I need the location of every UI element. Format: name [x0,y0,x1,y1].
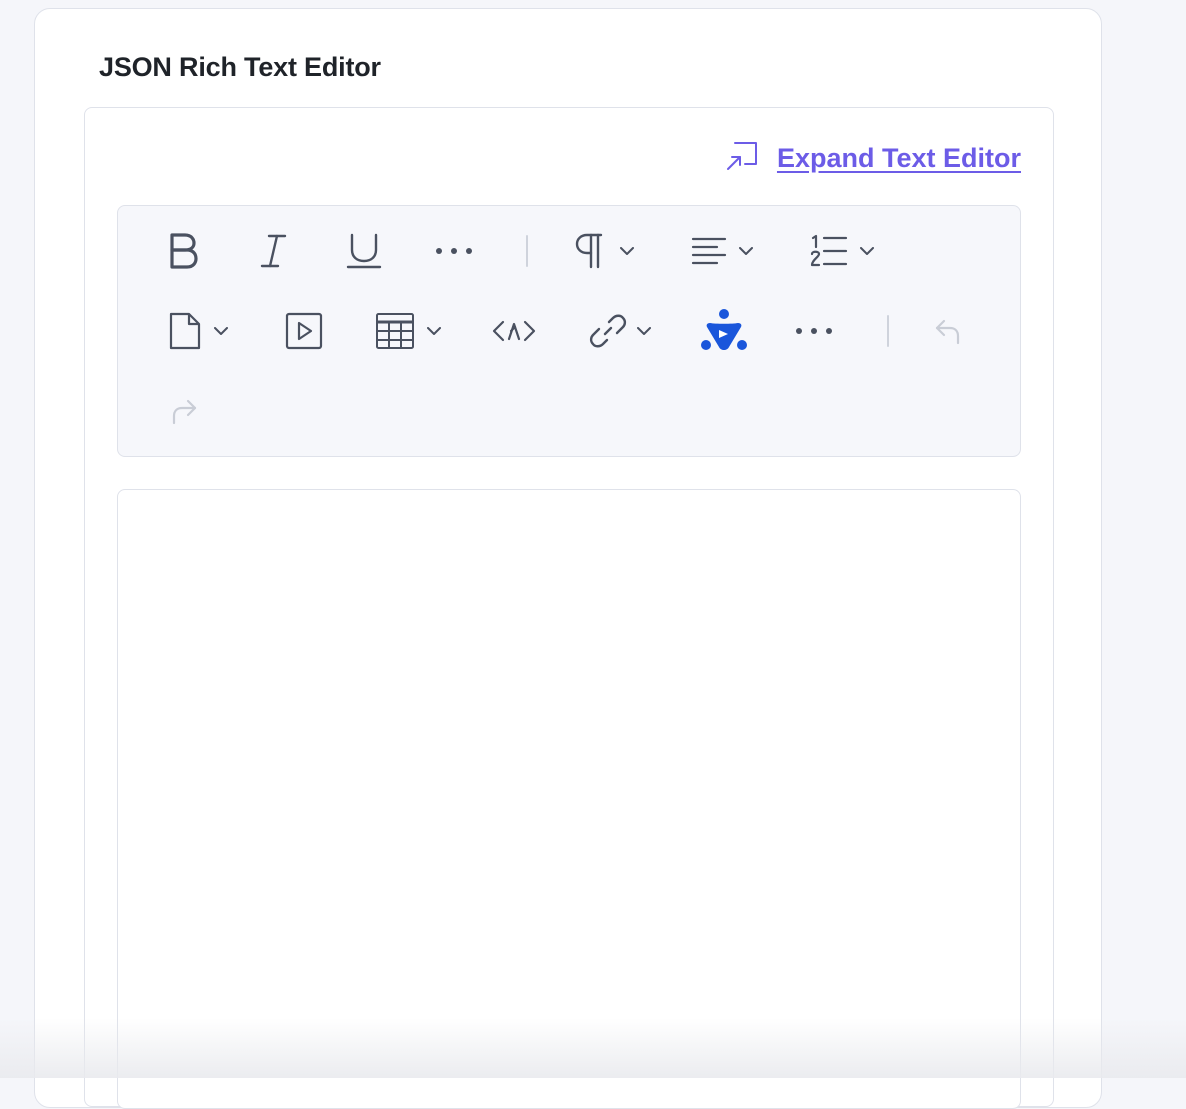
underline-button[interactable] [336,228,392,274]
align-dropdown[interactable] [684,228,760,274]
code-embed-icon [492,317,536,345]
paragraph-dropdown[interactable] [566,228,642,274]
ordered-list-icon [810,234,848,268]
bold-button[interactable] [156,228,212,274]
expand-icon [725,140,759,177]
redo-icon [170,397,198,425]
brand-plugin-button[interactable] [696,306,752,356]
link-dropdown[interactable] [580,306,660,356]
editor-toolbar [117,205,1021,457]
document-icon [168,311,202,351]
editor-content-area[interactable] [117,489,1021,1109]
more-options-button[interactable] [786,306,842,356]
chevron-down-icon [214,327,228,336]
pilcrow-icon [574,232,604,270]
chevron-down-icon [860,247,874,256]
bold-icon [167,232,201,270]
chevron-down-icon [739,247,753,256]
chevron-down-icon [637,327,651,336]
italic-button[interactable] [246,228,302,274]
toolbar-separator [526,235,528,267]
asset-dropdown[interactable] [158,306,238,356]
more-horizontal-icon [434,246,474,256]
embed-code-button[interactable] [486,306,542,356]
video-play-icon [285,312,323,350]
underline-icon [345,232,383,270]
expand-text-editor-link[interactable]: Expand Text Editor [725,140,1021,177]
chevron-down-icon [620,247,634,256]
italic-icon [257,233,291,269]
more-horizontal-icon [794,326,834,336]
table-icon [375,312,415,350]
chevron-down-icon [427,327,441,336]
table-dropdown[interactable] [368,306,448,356]
ordered-list-dropdown[interactable] [804,228,880,274]
undo-button[interactable] [920,306,976,356]
field-title: JSON Rich Text Editor [99,52,381,83]
embed-video-button[interactable] [276,306,332,356]
redo-button[interactable] [156,386,212,436]
more-formatting-button[interactable] [426,228,482,274]
align-left-icon [691,236,727,266]
undo-icon [934,317,962,345]
toolbar-separator [887,315,889,347]
link-icon [589,312,627,350]
expand-text-editor-label: Expand Text Editor [777,143,1021,174]
brand-logo-icon [700,308,748,354]
